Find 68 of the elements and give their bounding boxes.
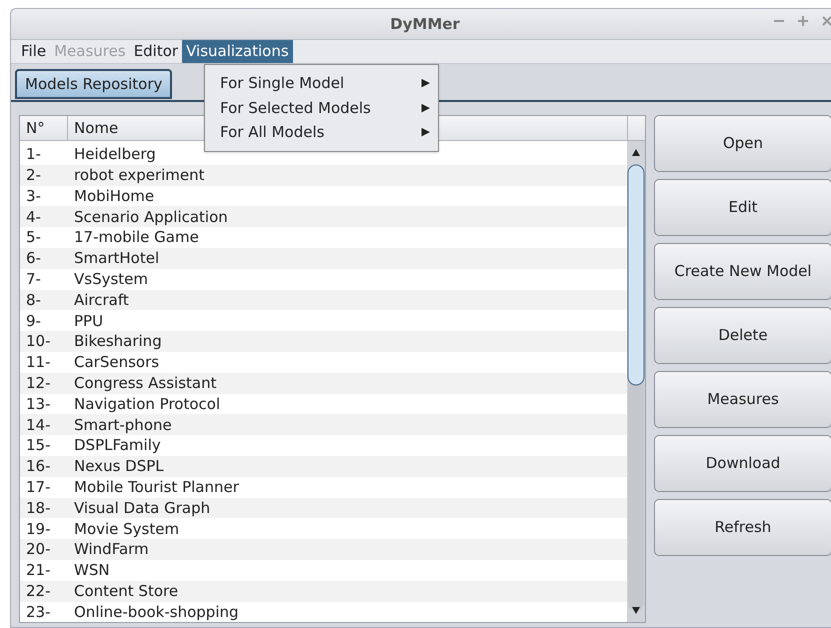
submenu-arrow-icon: ▶ <box>422 75 430 92</box>
submenu-arrow-icon: ▶ <box>422 100 430 116</box>
table-cell-text: 5- <box>25 227 42 248</box>
menu-option[interactable]: For Single Model ▶ <box>205 71 438 96</box>
table-cell-text: MobiHome <box>74 186 154 207</box>
action-button[interactable]: Download <box>654 435 831 492</box>
menu-option[interactable]: For Selected Models ▶ <box>205 96 438 120</box>
table-cell-text: 21- <box>25 560 52 582</box>
table-cell-text: 15- <box>25 435 52 456</box>
column-header[interactable]: N° <box>20 116 68 140</box>
table-cell-text: 22- <box>25 580 52 602</box>
table-cell-text: 20- <box>25 539 52 560</box>
table-cell-text: 23- <box>25 602 52 622</box>
table-cell-text: 1- <box>25 144 42 166</box>
table-cell-text: Heidelberg <box>74 144 156 166</box>
table-cell-text: 18- <box>25 498 52 519</box>
menu-item[interactable]: File <box>17 40 50 63</box>
table-cell-text: 17- <box>25 476 52 498</box>
table-cell-text: PPU <box>74 310 104 332</box>
menu-item[interactable]: Editor <box>130 40 182 63</box>
close-icon[interactable] <box>821 15 831 27</box>
table-cell-text: CarSensors <box>74 352 160 374</box>
table-cell-text: WSN <box>74 560 110 582</box>
table-cell-text: Online-book-shopping <box>74 602 239 622</box>
action-button[interactable]: Edit <box>654 179 831 236</box>
scrollbar[interactable] <box>627 141 645 622</box>
table-cell-text: 13- <box>25 394 52 415</box>
table-cell-text: 2- <box>25 164 42 186</box>
tab[interactable]: Models Repository <box>15 69 172 99</box>
table-cell-text: 9- <box>25 310 42 332</box>
table-cell-text: 17-mobile Game <box>74 227 199 248</box>
table-cell-text: Mobile Tourist Planner <box>74 476 239 498</box>
table-cell-text: Nexus DSPL <box>74 456 164 478</box>
table-cell-text: 4- <box>25 206 42 228</box>
action-button[interactable]: Create New Model <box>654 243 831 300</box>
table-cell-text: Bikesharing <box>74 331 162 352</box>
table-cell-text: WindFarm <box>74 539 149 560</box>
action-button[interactable]: Delete <box>654 307 831 364</box>
table-cell-text: Smart-phone <box>74 414 172 436</box>
table-cell-text: Movie System <box>74 518 180 540</box>
table-cell-text: 6- <box>25 248 42 270</box>
action-button[interactable]: Refresh <box>654 499 831 556</box>
table-cell-text: 14- <box>25 414 52 436</box>
table-cell-text: robot experiment <box>74 164 205 186</box>
table-cell-text: Aircraft <box>74 290 129 311</box>
table-cell-text: 16- <box>25 456 52 478</box>
table-cell-text: Visual Data Graph <box>74 498 210 519</box>
menu-option[interactable]: For All Models ▶ <box>205 120 438 144</box>
table-cell-text: 3- <box>25 186 42 207</box>
table-cell-text: Navigation Protocol <box>74 394 220 415</box>
table-cell-text: 8- <box>25 290 42 311</box>
table-cell-text: 12- <box>25 372 52 394</box>
action-button[interactable]: Open <box>654 115 831 172</box>
submenu-arrow-icon: ▶ <box>422 124 430 140</box>
table-cell-text: Scenario Application <box>74 206 228 228</box>
table-cell-text: SmartHotel <box>74 248 160 270</box>
table-cell-text: DSPLFamily <box>74 435 161 456</box>
maximize-icon[interactable] <box>797 15 809 27</box>
table-cell-text: 7- <box>25 268 42 290</box>
table-cell-text: 19- <box>25 518 52 540</box>
window-title: DyMMer <box>390 14 460 35</box>
table-cell-text: 10- <box>25 331 52 352</box>
table-cell-text: Content Store <box>74 580 178 602</box>
menu-item[interactable]: Visualizations <box>182 40 293 63</box>
table-cell-text: 11- <box>25 352 52 374</box>
action-button[interactable]: Measures <box>654 371 831 428</box>
table-cell-text: VsSystem <box>74 268 148 290</box>
table-cell-text: Congress Assistant <box>74 372 216 394</box>
